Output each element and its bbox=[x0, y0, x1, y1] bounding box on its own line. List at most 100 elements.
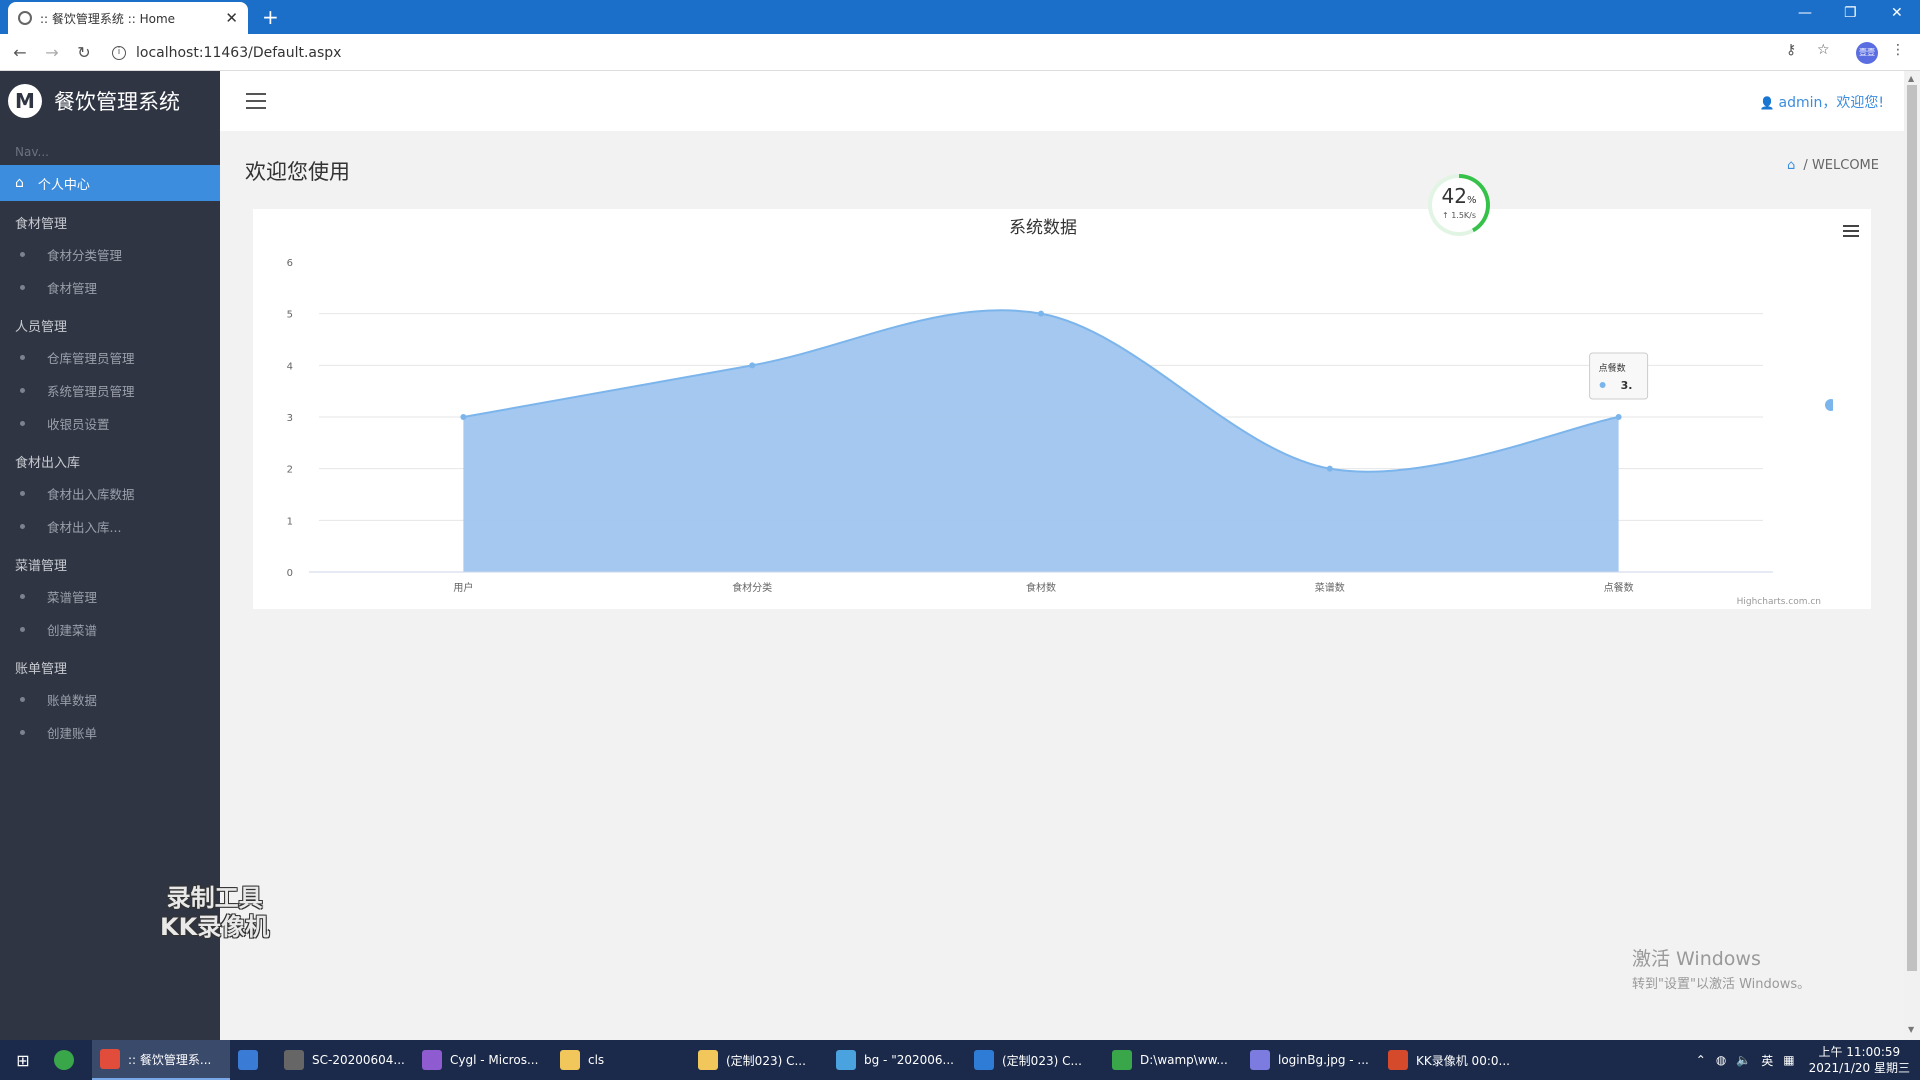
network-icon[interactable]: ◍ bbox=[1716, 1053, 1726, 1067]
url-field[interactable]: i localhost:11463/Default.aspx bbox=[112, 40, 341, 65]
network-gauge[interactable]: 42% ↑ 1.5K/s bbox=[1428, 174, 1490, 236]
activate-title: 激活 Windows bbox=[1632, 948, 1761, 970]
user-menu[interactable]: 👤 admin，欢迎您! bbox=[1760, 92, 1884, 112]
user-icon: 👤 bbox=[1759, 96, 1775, 110]
scrollbar-thumb[interactable] bbox=[1907, 85, 1917, 971]
scroll-down-icon[interactable]: ▼ bbox=[1908, 1025, 1914, 1034]
taskbar-task[interactable]: KK录像机 00:0... bbox=[1380, 1040, 1518, 1080]
y-tick-label: 3 bbox=[287, 413, 293, 424]
legend-marker bbox=[1825, 399, 1837, 411]
profile-avatar[interactable]: 壹壹 bbox=[1856, 42, 1878, 64]
app-icon bbox=[974, 1050, 994, 1070]
scroll-up-icon[interactable]: ▲ bbox=[1908, 74, 1914, 83]
sidebar-item[interactable]: 仓库管理员管理 bbox=[0, 341, 220, 374]
taskbar-task-label: Cygl - Micros... bbox=[450, 1053, 539, 1067]
more-menu-icon[interactable]: ⋮ bbox=[1891, 42, 1905, 58]
menu-toggle-icon[interactable] bbox=[246, 93, 266, 114]
bullet-icon bbox=[20, 252, 25, 257]
sidebar-item[interactable]: 创建账单 bbox=[0, 716, 220, 749]
sidebar-item[interactable]: 食材管理 bbox=[0, 271, 220, 304]
clock[interactable]: 上午 11:00:59 2021/1/20 星期三 bbox=[1809, 1044, 1910, 1076]
data-point bbox=[1038, 310, 1044, 317]
taskbar-app[interactable] bbox=[46, 1040, 92, 1080]
chart-menu-icon[interactable] bbox=[1843, 225, 1859, 240]
new-tab-button[interactable]: + bbox=[262, 5, 279, 29]
bullet-icon bbox=[20, 355, 25, 360]
sidebar-item-label: 账单数据 bbox=[47, 693, 98, 708]
sidebar-item[interactable]: 账单数据 bbox=[0, 683, 220, 716]
sidebar-group-staff[interactable]: 人员管理 bbox=[0, 304, 220, 341]
brand-name: 餐饮管理系统 bbox=[54, 90, 180, 114]
sidebar-item[interactable]: 系统管理员管理 bbox=[0, 374, 220, 407]
app-icon bbox=[100, 1049, 120, 1069]
taskbar-task-label: bg - "202006... bbox=[864, 1053, 954, 1067]
close-tab-icon[interactable]: ✕ bbox=[225, 9, 238, 27]
taskbar-task[interactable]: D:\wamp\ww... bbox=[1104, 1040, 1242, 1080]
taskbar-task[interactable] bbox=[230, 1040, 276, 1080]
url-text: localhost:11463/Default.aspx bbox=[136, 44, 342, 61]
bullet-icon bbox=[20, 627, 25, 632]
system-tray: ⌃ ◍ 🔈 英 ▦ 上午 11:00:59 2021/1/20 星期三 bbox=[1696, 1040, 1910, 1080]
nav-heading: Nav... bbox=[15, 145, 49, 159]
tab-title: :: 餐饮管理系统 :: Home bbox=[40, 11, 176, 26]
taskbar-task[interactable]: cls bbox=[552, 1040, 690, 1080]
taskbar-task-label: SC-20200604... bbox=[312, 1053, 405, 1067]
sidebar-group-bills[interactable]: 账单管理 bbox=[0, 646, 220, 683]
browser-tab[interactable]: :: 餐饮管理系统 :: Home ✕ bbox=[8, 2, 248, 34]
reload-icon[interactable]: ↻ bbox=[72, 43, 96, 62]
taskbar-task[interactable]: (定制023) C... bbox=[690, 1040, 828, 1080]
volume-icon[interactable]: 🔈 bbox=[1736, 1053, 1751, 1067]
user-greeting: admin，欢迎您! bbox=[1778, 95, 1884, 111]
sidebar-group-ingredients[interactable]: 食材管理 bbox=[0, 201, 220, 238]
tooltip-category: 点餐数 bbox=[1599, 362, 1626, 374]
taskbar: ⊞ :: 餐饮管理系... SC-20200604... Cygl - Micros… bbox=[0, 1040, 1920, 1080]
x-tick-label: 点餐数 bbox=[1604, 581, 1634, 594]
home-icon: ⌂ bbox=[15, 175, 24, 191]
taskbar-tasks: :: 餐饮管理系... SC-20200604... Cygl - Micros..… bbox=[92, 1040, 1518, 1080]
gauge-unit: % bbox=[1466, 195, 1477, 206]
taskbar-task[interactable]: loginBg.jpg - ... bbox=[1242, 1040, 1380, 1080]
sidebar-item-label: 食材出入库数据 bbox=[47, 487, 135, 502]
info-icon[interactable]: i bbox=[112, 45, 126, 60]
key-icon[interactable]: ⚷ bbox=[1786, 42, 1796, 58]
series-area bbox=[463, 310, 1619, 572]
x-tick-label: 食材数 bbox=[1026, 581, 1056, 594]
sidebar-group-recipes[interactable]: 菜谱管理 bbox=[0, 543, 220, 580]
forward-icon[interactable]: → bbox=[40, 43, 64, 62]
chevron-up-icon[interactable]: ⌃ bbox=[1696, 1053, 1706, 1067]
sidebar-group-inventory[interactable]: 食材出入库 bbox=[0, 440, 220, 477]
vertical-scrollbar[interactable]: ▲ ▼ bbox=[1904, 71, 1920, 1040]
sidebar-item-personal-center[interactable]: ⌂ 个人中心 bbox=[0, 165, 220, 201]
taskbar-task[interactable]: bg - "202006... bbox=[828, 1040, 966, 1080]
taskbar-task[interactable]: Cygl - Micros... bbox=[414, 1040, 552, 1080]
sidebar-item-label: 食材出入库... bbox=[47, 520, 122, 535]
close-window-icon[interactable]: ✕ bbox=[1891, 5, 1903, 21]
bullet-icon bbox=[20, 491, 25, 496]
taskbar-task[interactable]: SC-20200604... bbox=[276, 1040, 414, 1080]
sidebar-item[interactable]: 收银员设置 bbox=[0, 407, 220, 440]
sidebar-item[interactable]: 创建菜谱 bbox=[0, 613, 220, 646]
app-icon bbox=[54, 1050, 74, 1070]
sidebar-item[interactable]: 菜谱管理 bbox=[0, 580, 220, 613]
home-icon[interactable]: ⌂ bbox=[1787, 158, 1795, 173]
star-icon[interactable]: ☆ bbox=[1817, 42, 1830, 58]
sidebar-item[interactable]: 食材分类管理 bbox=[0, 238, 220, 271]
taskbar-task-label: cls bbox=[588, 1053, 605, 1067]
taskbar-task[interactable]: (定制023) C... bbox=[966, 1040, 1104, 1080]
sidebar-item[interactable]: 食材出入库数据 bbox=[0, 477, 220, 510]
logo-icon: M bbox=[8, 84, 42, 118]
back-icon[interactable]: ← bbox=[8, 43, 32, 62]
app-icon bbox=[1112, 1050, 1132, 1070]
windows-start-icon[interactable]: ⊞ bbox=[0, 1051, 46, 1070]
sidebar-item[interactable]: 食材出入库... bbox=[0, 510, 220, 543]
taskbar-task[interactable]: :: 餐饮管理系... bbox=[92, 1040, 230, 1080]
restore-icon[interactable]: ❐ bbox=[1844, 5, 1857, 21]
brand[interactable]: M 餐饮管理系统 bbox=[0, 71, 220, 131]
minimize-icon[interactable]: — bbox=[1798, 5, 1812, 21]
sidebar-item-label: 个人中心 bbox=[37, 177, 90, 193]
y-tick-label: 6 bbox=[287, 258, 293, 269]
ime-indicator[interactable]: 英 bbox=[1761, 1052, 1773, 1069]
keyboard-icon[interactable]: ▦ bbox=[1783, 1053, 1794, 1067]
tooltip-value: 3. bbox=[1621, 379, 1633, 392]
sidebar-item-label: 菜谱管理 bbox=[47, 590, 98, 605]
